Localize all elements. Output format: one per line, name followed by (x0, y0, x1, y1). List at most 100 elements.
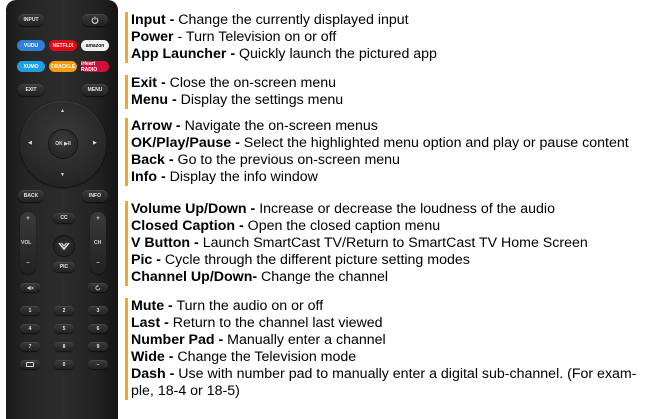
mute-button[interactable] (20, 283, 40, 292)
description-text: Use with number pad to manually enter a … (131, 366, 637, 399)
iheartradio-button[interactable]: iHeart RADIO (81, 61, 109, 73)
crackle-button[interactable]: CRACKLE (49, 61, 77, 72)
description-text: Open the closed caption menu (243, 218, 441, 234)
description-volume: Volume Up/Down - Increase or decrease th… (125, 201, 555, 218)
menu-button[interactable]: MENU (82, 84, 108, 96)
number-button-5[interactable]: 5 (54, 324, 74, 333)
amazon-button[interactable]: amazon (81, 40, 109, 51)
description-closed-caption: Closed Caption - Open the closed caption… (125, 218, 440, 235)
volume-up-icon[interactable]: + (20, 216, 36, 222)
ok-play-pause-button[interactable]: OK ▶II (49, 130, 77, 158)
wide-icon (26, 362, 34, 367)
description-name: Mute - (131, 298, 173, 314)
description-app-launcher: App Launcher - Quickly launch the pictur… (125, 46, 437, 63)
description-name: Info - (131, 169, 166, 185)
exit-button[interactable]: EXIT (18, 84, 44, 96)
description-text: Display the settings menu (176, 92, 344, 108)
app-label: XUMO (23, 63, 39, 70)
description-text: - Turn Television on or off (173, 29, 337, 45)
info-button[interactable]: INFO (82, 190, 108, 202)
description-name: App Launcher - (131, 46, 236, 62)
description-input: Input - Change the currently displayed i… (125, 12, 409, 29)
vudu-button[interactable]: VUDU (17, 40, 45, 51)
description-text: Navigate the on-screen menus (180, 118, 378, 134)
last-channel-icon (95, 284, 101, 290)
description-back: Back - Go to the previous on-screen menu (125, 152, 400, 169)
number-button-8[interactable]: 8 (54, 342, 74, 351)
arrow-pad[interactable]: ▲ ▼ ◀ ▶ OK ▶II (20, 101, 106, 187)
number-button-1[interactable]: 1 (20, 306, 40, 315)
description-v-button: V Button - Launch SmartCast TV/Return to… (125, 235, 588, 252)
back-button[interactable]: BACK (18, 190, 44, 202)
number-button-0[interactable]: 0 (54, 360, 74, 369)
arrow-left-icon[interactable]: ◀ (28, 140, 32, 146)
pic-button[interactable]: PIC (53, 262, 75, 272)
last-button[interactable] (88, 283, 108, 292)
number-button-7[interactable]: 7 (20, 342, 40, 351)
description-name: Wide - (131, 349, 174, 365)
description-text: Launch SmartCast TV/Return to SmartCast … (198, 235, 588, 251)
description-name: Pic - (131, 252, 161, 268)
description-ok-play-pause: OK/Play/Pause - Select the highlighted m… (125, 135, 629, 152)
power-button[interactable] (82, 14, 108, 26)
channel-up-icon[interactable]: + (90, 216, 106, 222)
description-name: Last - (131, 315, 169, 331)
mute-icon (27, 285, 34, 290)
description-name: Power (131, 29, 174, 45)
description-text: Go to the previous on-screen menu (173, 152, 400, 168)
description-name: Input - (131, 12, 175, 28)
number-button-2[interactable]: 2 (54, 306, 74, 315)
ch-label: CH (94, 240, 102, 246)
description-name: Arrow - (131, 118, 181, 134)
description-text: Increase or decrease the loudness of the… (255, 201, 555, 217)
power-icon (91, 16, 99, 24)
description-text: Close the on-screen menu (165, 75, 337, 91)
remote-control: INPUT VUDU NETFLIX amazon XUMO CRACKLE i… (6, 0, 118, 419)
channel-down-icon[interactable]: – (90, 260, 106, 266)
input-button[interactable]: INPUT (18, 14, 44, 26)
xumo-button[interactable]: XUMO (17, 61, 45, 72)
description-channel: Channel Up/Down- Change the channel (125, 269, 388, 286)
number-button-9[interactable]: 9 (88, 342, 108, 351)
description-pic: Pic - Cycle through the different pictur… (125, 252, 470, 269)
description-text: Cycle through the different picture sett… (160, 252, 470, 268)
description-name: Closed Caption - (131, 218, 244, 234)
description-text: Return to the channel last viewed (168, 315, 383, 331)
description-menu: Menu - Display the settings menu (125, 92, 343, 109)
app-label: CRACKLE (50, 63, 76, 70)
description-text: Turn the audio on or off (172, 298, 324, 314)
description-text: Change the currently displayed input (174, 12, 409, 28)
description-mute: Mute - Turn the audio on or off (125, 298, 323, 315)
description-arrow: Arrow - Navigate the on-screen menus (125, 118, 378, 135)
description-name: OK/Play/Pause - (131, 135, 240, 151)
arrow-up-icon[interactable]: ▲ (60, 108, 65, 114)
description-text: Change the Television mode (173, 349, 357, 365)
cc-button[interactable]: CC (53, 213, 75, 223)
arrow-right-icon[interactable]: ▶ (93, 140, 97, 146)
v-button[interactable] (54, 236, 74, 256)
description-name: Volume Up/Down - (131, 201, 256, 217)
description-last: Last - Return to the channel last viewed (125, 315, 383, 332)
description-name: Channel Up/Down- (131, 269, 258, 285)
volume-down-icon[interactable]: – (20, 260, 36, 266)
description-wide: Wide - Change the Television mode (125, 349, 356, 366)
description-text: Quickly launch the pictured app (235, 46, 437, 62)
number-button-6[interactable]: 6 (88, 324, 108, 333)
description-text: Display the info window (165, 169, 318, 185)
description-power: Power - Turn Television on or off (125, 29, 336, 46)
description-name: Menu - (131, 92, 177, 108)
number-button-4[interactable]: 4 (20, 324, 40, 333)
app-label: VUDU (23, 42, 39, 49)
description-name: Number Pad - (131, 332, 224, 348)
arrow-down-icon[interactable]: ▼ (60, 172, 65, 178)
app-label: NETFLIX (52, 42, 74, 49)
description-text: Manually enter a channel (223, 332, 386, 348)
wide-button[interactable] (20, 360, 40, 369)
vol-label: VOL (21, 240, 32, 246)
number-button-3[interactable]: 3 (88, 306, 108, 315)
dash-button[interactable]: – (88, 360, 108, 369)
description-info: Info - Display the info window (125, 169, 318, 186)
description-name: Back - (131, 152, 174, 168)
netflix-button[interactable]: NETFLIX (49, 40, 77, 51)
v-logo-icon (58, 241, 70, 250)
